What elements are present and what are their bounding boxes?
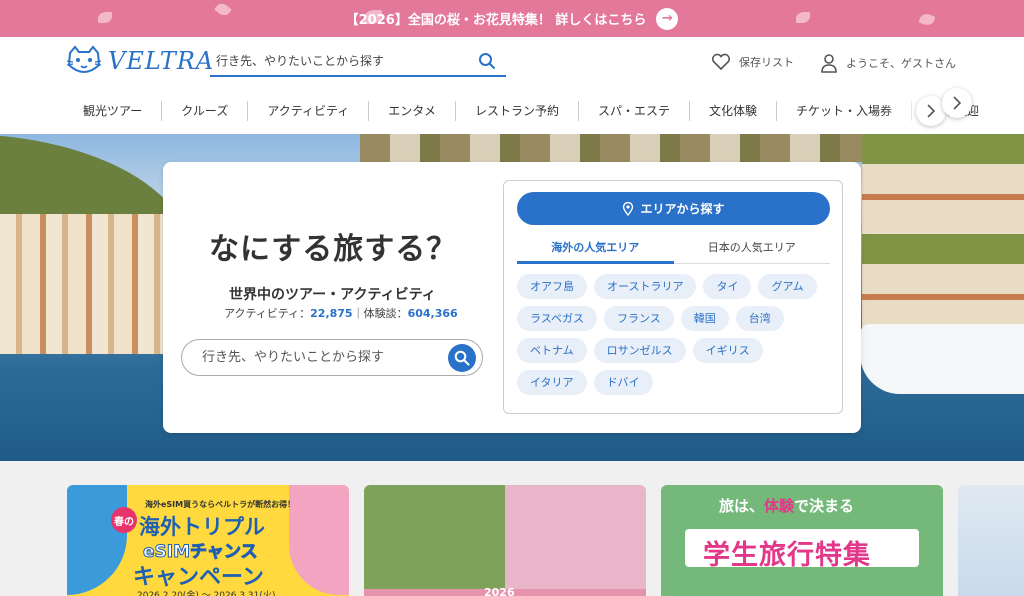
hero-search: [181, 339, 483, 376]
tiger-logo-icon: [66, 45, 102, 73]
hero-scenery: [360, 134, 870, 162]
user-greeting: ようこそ、ゲストさん: [846, 57, 956, 70]
search-icon[interactable]: [478, 52, 496, 70]
activities-count: 22,875: [310, 307, 353, 320]
search-icon: [454, 350, 470, 366]
area-chip-vietnam[interactable]: ベトナム: [517, 338, 587, 363]
banner-esim-campaign[interactable]: 海外eSIM買うならベルトラが断然お得！ 春の 海外トリプル eSIMチャンス …: [67, 485, 349, 596]
esim-kicker: 海外eSIM買うならベルトラが断然お得！: [145, 500, 296, 509]
student-tagline-pre: 旅は、: [719, 497, 765, 515]
header-search-input[interactable]: [210, 54, 470, 68]
saved-list-label: 保存リスト: [739, 56, 794, 69]
area-chip-korea[interactable]: 韓国: [680, 306, 729, 331]
logo-text: VELTRA: [108, 47, 215, 75]
reviews-count: 604,366: [407, 307, 458, 320]
banner-decoration: [289, 485, 349, 595]
area-chips: オアフ島 オーストラリア タイ グアム ラスベガス フランス 韓国 台湾 ベトナ…: [517, 274, 835, 402]
petal-decoration: [918, 11, 936, 28]
student-tagline-accent: 体験: [764, 497, 795, 515]
user-icon: [821, 54, 837, 73]
area-chip-france[interactable]: フランス: [604, 306, 674, 331]
student-title: 学生旅行特集: [703, 540, 871, 571]
petal-decoration: [98, 12, 112, 23]
area-chip-italy[interactable]: イタリア: [517, 370, 587, 395]
area-chip-thailand[interactable]: タイ: [703, 274, 752, 299]
hero-scenery: [862, 134, 1024, 334]
petal-decoration: [214, 0, 232, 19]
hero-search-button[interactable]: [448, 344, 476, 372]
header-search: [210, 47, 506, 77]
area-chip-dubai[interactable]: ドバイ: [593, 370, 653, 395]
banner-student-travel[interactable]: 旅は、体験で決まる 学生旅行特集: [661, 485, 943, 596]
search-by-area-label: エリアから探す: [640, 202, 725, 216]
hero-subtitle: 世界中のツアー・アクティビティ: [229, 287, 436, 303]
area-chip-las-vegas[interactable]: ラスベガス: [517, 306, 598, 331]
sakura-year: 2026: [484, 586, 515, 596]
reviews-label: 体験談：: [363, 307, 408, 320]
nav-item-cruise[interactable]: クルーズ: [162, 101, 249, 121]
hero-card: なにする旅する？ 世界中のツアー・アクティビティ アクティビティ：22,875｜…: [163, 162, 861, 433]
banner-carousel: 海外eSIM買うならベルトラが断然お得！ 春の 海外トリプル eSIMチャンス …: [0, 461, 1024, 596]
nav-item-culture[interactable]: 文化体験: [690, 101, 777, 121]
tab-japan-areas[interactable]: 日本の人気エリア: [673, 236, 830, 264]
map-pin-icon: [623, 201, 634, 216]
nav-item-activity[interactable]: アクティビティ: [248, 101, 370, 121]
area-chip-uk[interactable]: イギリス: [692, 338, 763, 363]
heart-icon: [711, 53, 731, 71]
area-chip-oahu[interactable]: オアフ島: [517, 274, 587, 299]
tab-overseas-areas[interactable]: 海外の人気エリア: [517, 236, 674, 264]
promo-text: 【2026】全国の桜・お花見特集！ 詳しくはこちら: [345, 13, 647, 28]
activities-label: アクティビティ：: [224, 307, 311, 320]
arrow-right-icon[interactable]: →: [656, 7, 679, 30]
chevron-right-icon: [927, 104, 936, 118]
esim-badge: 春の: [111, 507, 137, 533]
student-tagline: 旅は、体験で決まる: [719, 495, 854, 516]
banner-next-preview[interactable]: [958, 485, 1024, 596]
student-title-box: 学生旅行特集: [685, 529, 919, 571]
area-chip-los-angeles[interactable]: ロサンゼルス: [593, 338, 686, 363]
user-menu[interactable]: ようこそ、ゲストさん: [820, 53, 956, 73]
nav-item-spa[interactable]: スパ・エステ: [579, 101, 690, 121]
nav-item-sightseeing[interactable]: 観光ツアー: [64, 101, 163, 121]
esim-line-3: キャンペーン: [133, 565, 264, 590]
carousel-next-button[interactable]: [942, 88, 972, 118]
saved-list-link[interactable]: 保存リスト: [711, 53, 794, 71]
hero-scenery: [0, 214, 170, 354]
logo[interactable]: VELTRA: [66, 45, 214, 77]
hero-title: なにする旅する？: [209, 232, 458, 267]
area-chip-guam[interactable]: グアム: [758, 274, 817, 299]
hero-stats: アクティビティ：22,875｜体験談：604,366: [224, 305, 458, 321]
stats-separator: ｜: [352, 307, 364, 320]
promo-banner[interactable]: 【2026】全国の桜・お花見特集！ 詳しくはこちら →: [0, 0, 1024, 37]
nav-item-entertainment[interactable]: エンタメ: [369, 101, 456, 121]
area-chip-taiwan[interactable]: 台湾: [735, 306, 784, 331]
area-tabs: 海外の人気エリア 日本の人気エリア: [517, 236, 830, 264]
area-panel: エリアから探す 海外の人気エリア 日本の人気エリア オアフ島 オーストラリア タ…: [503, 180, 843, 414]
search-by-area-button[interactable]: エリアから探す: [517, 192, 830, 225]
student-tagline-post: で決まる: [794, 497, 855, 515]
hero-scenery: [860, 324, 1024, 394]
area-chip-australia[interactable]: オーストラリア: [594, 274, 697, 299]
petal-decoration: [796, 12, 810, 23]
hero-search-input[interactable]: [202, 350, 452, 365]
category-nav: 観光ツアー クルーズ アクティビティ エンタメ レストラン予約 スパ・エステ 文…: [0, 89, 1024, 134]
banner-sakura[interactable]: 2026: [364, 485, 646, 596]
chevron-right-icon: [953, 96, 962, 110]
banner-decoration: [67, 485, 127, 595]
nav-item-restaurant[interactable]: レストラン予約: [456, 101, 579, 121]
esim-dates: 2026 2.20(金) ～ 2026 3.31(火): [137, 591, 276, 596]
site-header: VELTRA 保存リスト ようこそ、ゲストさん: [0, 37, 1024, 89]
